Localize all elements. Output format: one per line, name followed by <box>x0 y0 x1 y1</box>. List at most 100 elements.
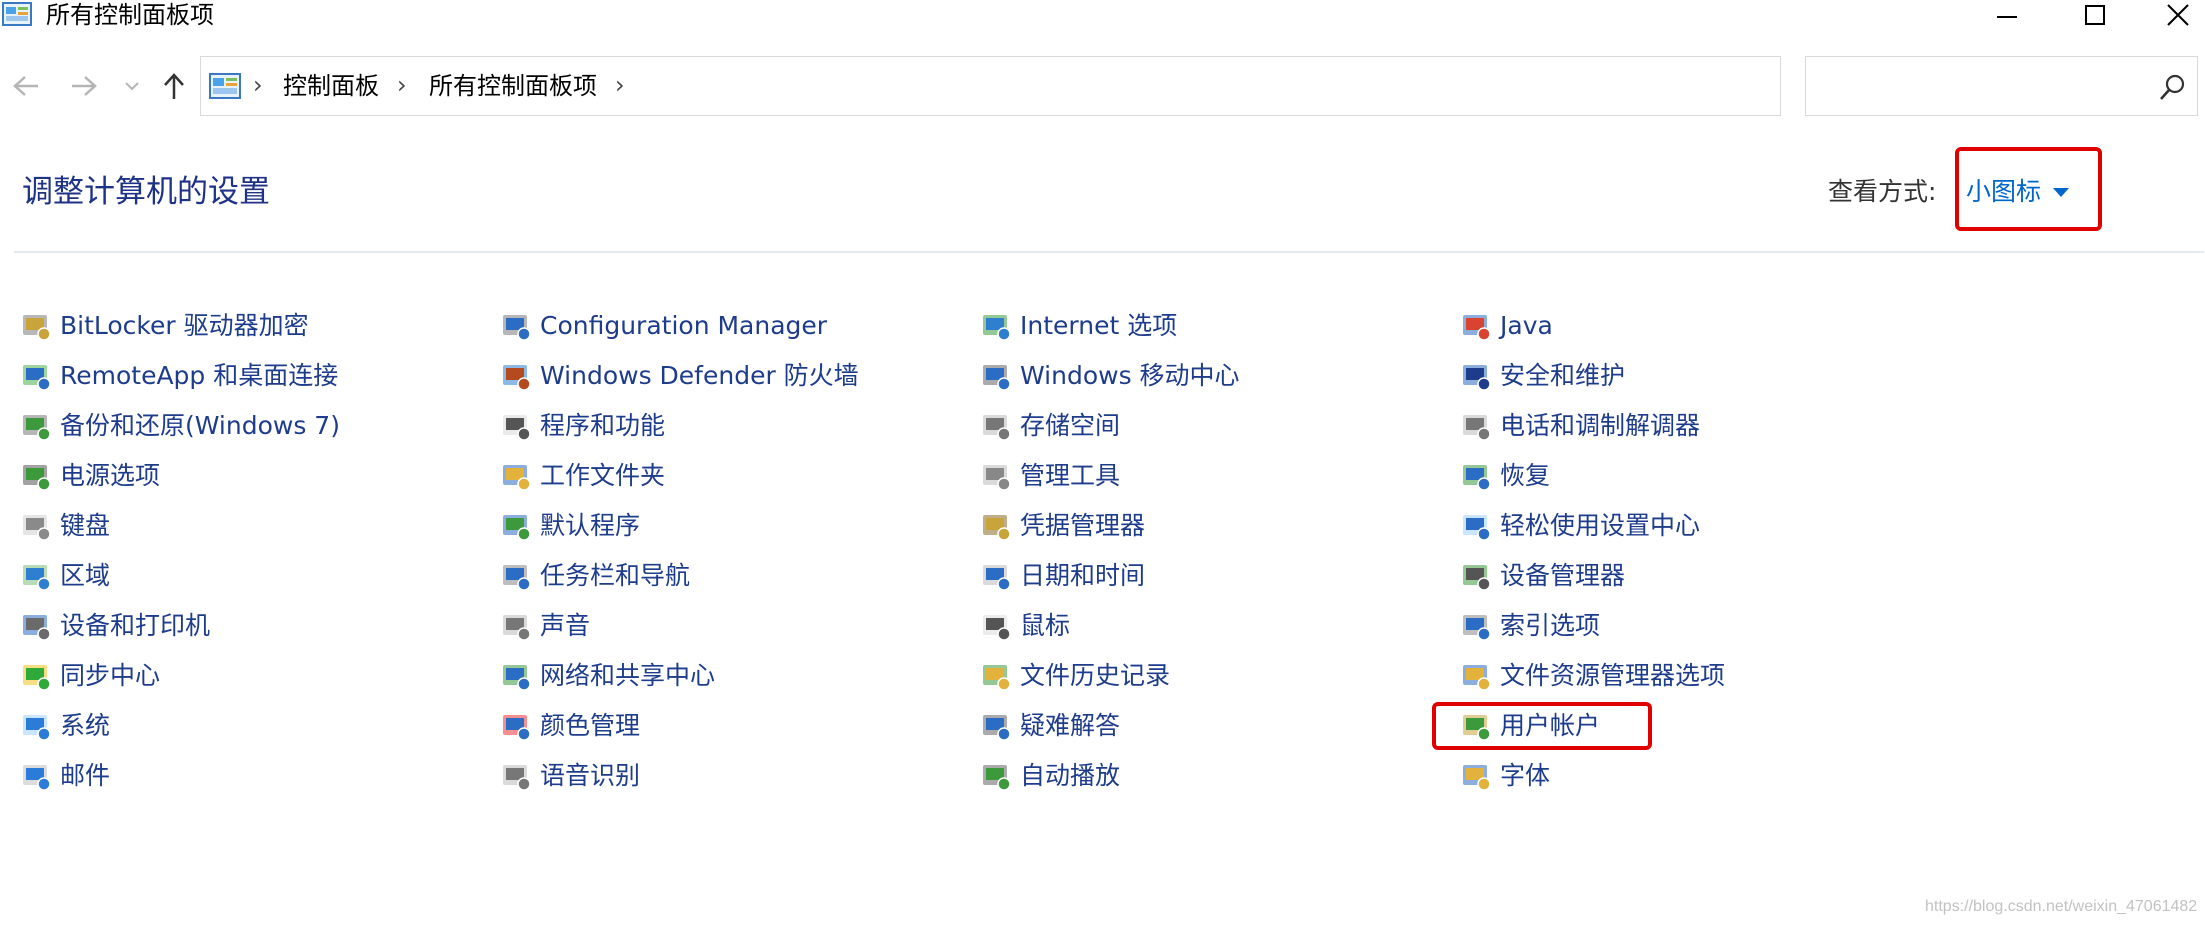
control-panel-item[interactable]: 系统 <box>20 704 110 748</box>
control-panel-item-label[interactable]: 设备和打印机 <box>60 609 210 643</box>
control-panel-item-label[interactable]: 颜色管理 <box>540 709 640 743</box>
bitlocker-icon <box>20 310 52 342</box>
control-panel-item[interactable]: 鼠标 <box>980 604 1070 648</box>
control-panel-item[interactable]: 同步中心 <box>20 654 160 698</box>
control-panel-item-label[interactable]: 电话和调制解调器 <box>1500 409 1700 443</box>
control-panel-item[interactable]: 电源选项 <box>20 454 160 498</box>
control-panel-item-label[interactable]: 凭据管理器 <box>1020 509 1145 543</box>
control-panel-item[interactable]: 邮件 <box>20 754 110 798</box>
control-panel-item-label[interactable]: 系统 <box>60 709 110 743</box>
storage-icon <box>980 410 1012 442</box>
control-panel-item-label[interactable]: Internet 选项 <box>1020 309 1177 343</box>
control-panel-item[interactable]: RemoteApp 和桌面连接 <box>20 354 338 398</box>
control-panel-item-label[interactable]: 网络和共享中心 <box>540 659 715 693</box>
control-panel-item[interactable]: Internet 选项 <box>980 304 1177 348</box>
control-panel-item[interactable]: 安全和维护 <box>1460 354 1625 398</box>
control-panel-item[interactable]: 自动播放 <box>980 754 1120 798</box>
control-panel-item-label[interactable]: 轻松使用设置中心 <box>1500 509 1700 543</box>
control-panel-item-label[interactable]: 程序和功能 <box>540 409 665 443</box>
control-panel-item[interactable]: 文件资源管理器选项 <box>1460 654 1725 698</box>
firewall-icon <box>500 360 532 392</box>
control-panel-item-label[interactable]: RemoteApp 和桌面连接 <box>60 359 338 393</box>
control-panel-item[interactable]: Windows 移动中心 <box>980 354 1240 398</box>
view-by-label: 查看方式: <box>1828 177 1937 206</box>
control-panel-item-label[interactable]: Java <box>1500 309 1553 343</box>
admin-tools-icon <box>980 460 1012 492</box>
close-button[interactable] <box>2150 0 2205 30</box>
control-panel-item-label[interactable]: 疑难解答 <box>1020 709 1120 743</box>
control-panel-item-label[interactable]: 语音识别 <box>540 759 640 793</box>
breadcrumb-all-items[interactable]: 所有控制面板项 <box>429 69 597 103</box>
up-button[interactable] <box>156 68 192 104</box>
control-panel-item[interactable]: 程序和功能 <box>500 404 665 448</box>
mobility-icon <box>980 360 1012 392</box>
control-panel-item[interactable]: 工作文件夹 <box>500 454 665 498</box>
control-panel-item-label[interactable]: BitLocker 驱动器加密 <box>60 309 309 343</box>
control-panel-item-label[interactable]: 设备管理器 <box>1500 559 1625 593</box>
control-panel-item[interactable]: 文件历史记录 <box>980 654 1170 698</box>
control-panel-item[interactable]: 默认程序 <box>500 504 640 548</box>
control-panel-item[interactable]: 管理工具 <box>980 454 1120 498</box>
breadcrumb-control-panel[interactable]: 控制面板 <box>283 69 379 103</box>
control-panel-item[interactable]: 设备和打印机 <box>20 604 210 648</box>
control-panel-item[interactable]: 存储空间 <box>980 404 1120 448</box>
control-panel-item-label[interactable]: 工作文件夹 <box>540 459 665 493</box>
control-panel-item-label[interactable]: 文件历史记录 <box>1020 659 1170 693</box>
control-panel-item-label[interactable]: 字体 <box>1500 759 1550 793</box>
control-panel-item-label[interactable]: 管理工具 <box>1020 459 1120 493</box>
control-panel-item[interactable]: 字体 <box>1460 754 1550 798</box>
control-panel-item-label[interactable]: 任务栏和导航 <box>540 559 690 593</box>
control-panel-item-label[interactable]: 备份和还原(Windows 7) <box>60 409 340 443</box>
control-panel-item-label[interactable]: 鼠标 <box>1020 609 1070 643</box>
control-panel-item[interactable]: 备份和还原(Windows 7) <box>20 404 340 448</box>
control-panel-item[interactable]: 颜色管理 <box>500 704 640 748</box>
forward-button[interactable] <box>66 68 102 104</box>
control-panel-item-label[interactable]: 存储空间 <box>1020 409 1120 443</box>
control-panel-item[interactable]: Configuration Manager <box>500 304 827 348</box>
maximize-button[interactable] <box>2050 0 2140 30</box>
minimize-button[interactable] <box>1962 0 2052 30</box>
recent-locations-button[interactable] <box>120 68 144 104</box>
control-panel-item-label[interactable]: 同步中心 <box>60 659 160 693</box>
control-panel-item-label[interactable]: Windows 移动中心 <box>1020 359 1240 393</box>
control-panel-item-label[interactable]: Windows Defender 防火墙 <box>540 359 859 393</box>
up-arrow-icon <box>164 73 184 99</box>
control-panel-item-label[interactable]: 索引选项 <box>1500 609 1600 643</box>
control-panel-item[interactable]: 声音 <box>500 604 590 648</box>
network-icon <box>500 660 532 692</box>
control-panel-item[interactable]: 索引选项 <box>1460 604 1600 648</box>
control-panel-item[interactable]: 疑难解答 <box>980 704 1120 748</box>
control-panel-item-label[interactable]: 电源选项 <box>60 459 160 493</box>
control-panel-item-label[interactable]: 恢复 <box>1500 459 1550 493</box>
control-panel-item[interactable]: 轻松使用设置中心 <box>1460 504 1700 548</box>
control-panel-item-label[interactable]: 文件资源管理器选项 <box>1500 659 1725 693</box>
back-button[interactable] <box>8 68 44 104</box>
control-panel-item[interactable]: 键盘 <box>20 504 110 548</box>
explorer-options-icon <box>1460 660 1492 692</box>
control-panel-item[interactable]: 日期和时间 <box>980 554 1145 598</box>
control-panel-item[interactable]: 设备管理器 <box>1460 554 1625 598</box>
control-panel-item[interactable]: Java <box>1460 304 1553 348</box>
control-panel-item[interactable]: 语音识别 <box>500 754 640 798</box>
control-panel-item-label[interactable]: 安全和维护 <box>1500 359 1625 393</box>
control-panel-item[interactable]: 凭据管理器 <box>980 504 1145 548</box>
search-box[interactable] <box>1805 56 2198 116</box>
control-panel-item[interactable]: 任务栏和导航 <box>500 554 690 598</box>
control-panel-item-label[interactable]: 默认程序 <box>540 509 640 543</box>
control-panel-item[interactable]: BitLocker 驱动器加密 <box>20 304 309 348</box>
control-panel-item-label[interactable]: Configuration Manager <box>540 309 827 343</box>
control-panel-item-label[interactable]: 区域 <box>60 559 110 593</box>
control-panel-item-label[interactable]: 声音 <box>540 609 590 643</box>
address-bar[interactable]: › 控制面板 › 所有控制面板项 › <box>200 56 1957 116</box>
control-panel-item[interactable]: 区域 <box>20 554 110 598</box>
control-panel-item[interactable]: Windows Defender 防火墙 <box>500 354 859 398</box>
control-panel-item-label[interactable]: 键盘 <box>60 509 110 543</box>
control-panel-item-label[interactable]: 日期和时间 <box>1020 559 1145 593</box>
control-panel-item-label[interactable]: 邮件 <box>60 759 110 793</box>
control-panel-item-label[interactable]: 自动播放 <box>1020 759 1120 793</box>
programs-icon <box>500 410 532 442</box>
control-panel-item[interactable]: 恢复 <box>1460 454 1550 498</box>
control-panel-item[interactable]: 电话和调制解调器 <box>1460 404 1700 448</box>
breadcrumb-separator[interactable]: › <box>615 71 625 99</box>
control-panel-item[interactable]: 网络和共享中心 <box>500 654 715 698</box>
